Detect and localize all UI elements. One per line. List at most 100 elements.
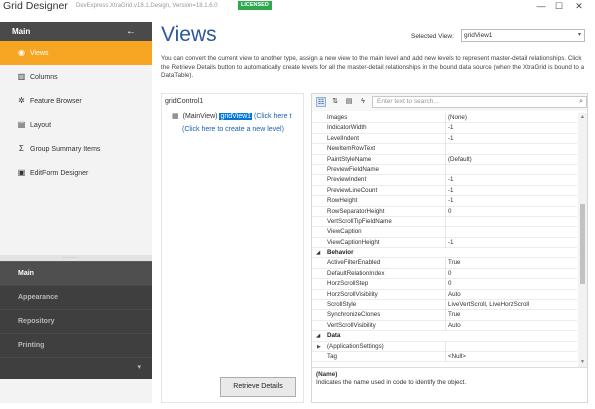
categorized-icon[interactable]: ☷ xyxy=(316,97,326,107)
group-main[interactable]: Main xyxy=(0,261,152,285)
property-name: NewItemRowText xyxy=(327,144,446,155)
sidebar: Main ← ◉ Views ▥ Columns ✲ Feature Browser … xyxy=(0,22,152,403)
property-value[interactable]: True xyxy=(448,310,576,320)
property-value[interactable]: -1 xyxy=(448,196,576,206)
property-row[interactable]: RowHeight -1 xyxy=(312,196,577,207)
property-name: Tag xyxy=(327,351,446,362)
property-row[interactable]: IndicatorWidth -1 xyxy=(312,123,577,134)
property-value[interactable]: 0 xyxy=(448,269,576,279)
sidebar-item-feature-browser[interactable]: ✲ Feature Browser xyxy=(0,89,152,113)
property-value[interactable]: 0 xyxy=(448,207,576,217)
selected-view-select[interactable]: gridView1 ▾ xyxy=(461,29,585,42)
property-row[interactable]: DefaultRelationIndex 0 xyxy=(312,268,577,280)
tree-root[interactable]: gridControl1 xyxy=(165,98,203,105)
level-tree: gridControl1 ▦ (MainView) gridView1 (Clic… xyxy=(161,93,304,403)
expand-arrow-icon[interactable]: ▶ xyxy=(317,342,321,352)
property-row[interactable]: RowSeparatorHeight 0 xyxy=(312,206,577,217)
sidebar-item-columns[interactable]: ▥ Columns xyxy=(0,65,152,89)
property-value[interactable]: Auto xyxy=(448,290,576,300)
property-row[interactable]: ▶ (ApplicationSettings) xyxy=(312,341,577,352)
main-view-label: (MainView) xyxy=(182,113,218,120)
property-row[interactable]: ScrollStyle LiveVertScroll, LiveHorzScrol… xyxy=(312,300,577,311)
collapse-toggle-icon[interactable]: ◢ xyxy=(316,331,320,341)
property-row[interactable]: VertScrollVisibility Auto xyxy=(312,320,577,332)
property-value[interactable]: True xyxy=(448,258,576,268)
property-row[interactable]: ViewCaptionHeight -1 xyxy=(312,237,577,249)
sidebar-item-editform-designer[interactable]: ▣ EditForm Designer xyxy=(0,161,152,185)
scroll-up-icon[interactable]: ▲ xyxy=(578,113,587,122)
property-rows: Images (None) IndicatorWidth -1 LevelIndent -… xyxy=(312,113,577,367)
scrollbar-thumb[interactable] xyxy=(580,204,585,284)
create-level-link[interactable]: (Click here to create a new level) xyxy=(182,126,284,133)
property-value[interactable]: -1 xyxy=(448,186,576,196)
property-name: PreviewLineCount xyxy=(327,185,446,196)
overflow-dropdown-icon[interactable]: ▾ xyxy=(137,363,141,371)
property-value[interactable]: 0 xyxy=(448,279,576,289)
sidebar-item-label: Views xyxy=(30,50,49,57)
property-value[interactable] xyxy=(448,144,576,154)
minimize-button[interactable]: — xyxy=(534,0,548,12)
property-value[interactable]: LiveVertScroll, LiveHorzScroll xyxy=(448,300,576,310)
property-row[interactable]: ActiveFilterEnabled True xyxy=(312,258,577,269)
collapse-toggle-icon[interactable]: ◢ xyxy=(316,248,320,258)
property-row[interactable]: PreviewIndent -1 xyxy=(312,175,577,186)
property-value[interactable]: -1 xyxy=(448,175,576,185)
sidebar-header: Main ← xyxy=(0,22,152,41)
property-value[interactable]: Auto xyxy=(448,321,576,331)
property-row[interactable]: NewItemRowText xyxy=(312,144,577,155)
collapse-arrow-icon[interactable]: ← xyxy=(126,22,136,41)
property-pages-icon[interactable]: ▤ xyxy=(344,97,354,107)
property-value[interactable]: (None) xyxy=(448,113,576,123)
group-appearance[interactable]: Appearance xyxy=(0,285,152,309)
property-row[interactable]: ViewCaption xyxy=(312,227,577,238)
group-repository[interactable]: Repository xyxy=(0,309,152,333)
property-value[interactable]: (Default) xyxy=(448,155,576,165)
property-value[interactable]: <Null> xyxy=(448,352,576,362)
retrieve-details-button[interactable]: Retrieve Details xyxy=(220,377,296,397)
property-name: HorzScrollVisibility xyxy=(327,289,446,300)
property-row[interactable]: VertScrollTipFieldName xyxy=(312,216,577,228)
property-row[interactable]: Images (None) xyxy=(312,113,577,124)
property-category-row[interactable]: ◢ Data xyxy=(312,331,577,342)
property-value[interactable] xyxy=(448,165,576,175)
property-category-row[interactable]: ◢ Behavior xyxy=(312,248,577,259)
property-value[interactable] xyxy=(448,217,576,227)
app-subtitle: DevExpress.XtraGrid.v18.1.Design, Versio… xyxy=(76,3,218,9)
columns-icon: ▥ xyxy=(17,72,26,81)
splitter-grip-icon[interactable]: ····· xyxy=(63,255,78,261)
sidebar-item-layout[interactable]: ▤ Layout xyxy=(0,113,152,137)
change-view-link[interactable]: (Click here t xyxy=(254,113,291,120)
property-name: LevelIndent xyxy=(327,133,446,144)
property-row[interactable]: LevelIndent -1 xyxy=(312,133,577,145)
scroll-down-icon[interactable]: ▼ xyxy=(578,358,587,367)
property-description-pane: (Name) Indicates the name used in code t… xyxy=(312,367,587,402)
group-overflow: ▾ xyxy=(0,357,152,379)
property-value[interactable] xyxy=(448,342,576,352)
close-button[interactable]: ✕ xyxy=(572,0,586,12)
property-name: DefaultRelationIndex xyxy=(327,268,446,279)
property-row[interactable]: PaintStyleName (Default) xyxy=(312,154,577,165)
view-name-selected[interactable]: gridView1 xyxy=(219,113,253,120)
property-value[interactable]: -1 xyxy=(448,134,576,144)
property-scrollbar[interactable]: ▲ ▼ xyxy=(578,113,587,367)
property-row[interactable]: SynchronizeClones True xyxy=(312,310,577,321)
sidebar-item-label: Group Summary Items xyxy=(30,146,101,153)
property-value[interactable] xyxy=(448,227,576,237)
property-row[interactable]: HorzScrollVisibility Auto xyxy=(312,289,577,301)
gear-icon: ✲ xyxy=(18,96,25,105)
property-search-input[interactable]: Enter text to search... ⌕ xyxy=(372,96,587,108)
property-row[interactable]: HorzScrollStep 0 xyxy=(312,279,577,290)
property-row[interactable]: PreviewLineCount -1 xyxy=(312,185,577,197)
property-row[interactable]: PreviewFieldName xyxy=(312,164,577,176)
sidebar-item-group-summary-items[interactable]: Σ Group Summary Items xyxy=(0,137,152,161)
sort-alpha-icon[interactable]: ⇅ xyxy=(330,97,340,107)
events-icon[interactable]: ϟ xyxy=(358,97,368,107)
group-printing[interactable]: Printing xyxy=(0,333,152,357)
property-value[interactable]: -1 xyxy=(448,123,576,133)
property-name: ViewCaption xyxy=(327,227,446,238)
sidebar-item-label: Columns xyxy=(30,74,58,81)
sidebar-item-views[interactable]: ◉ Views xyxy=(0,41,152,65)
maximize-button[interactable]: ☐ xyxy=(552,0,566,12)
property-value[interactable]: -1 xyxy=(448,238,576,248)
property-row[interactable]: Tag <Null> xyxy=(312,351,577,363)
